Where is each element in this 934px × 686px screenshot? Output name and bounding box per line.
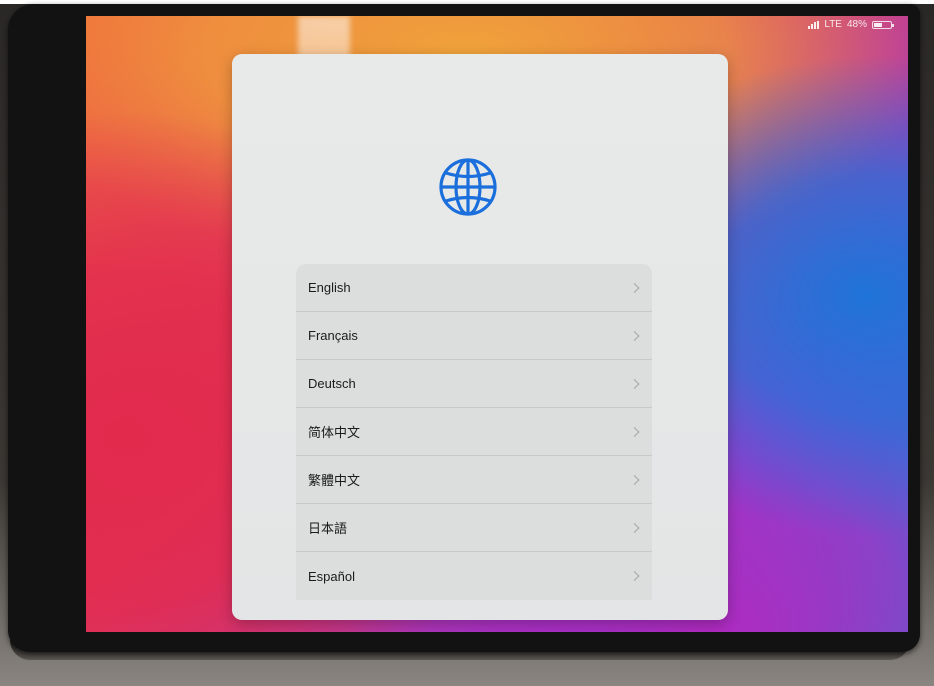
screen: LTE 48% English Français Deutsch 简体中文 繁體… xyxy=(86,16,908,632)
language-item-deutsch[interactable]: Deutsch xyxy=(296,360,652,408)
device-bezel: LTE 48% English Français Deutsch 简体中文 繁體… xyxy=(8,4,920,652)
language-item-francais[interactable]: Français xyxy=(296,312,652,360)
status-bar: LTE 48% xyxy=(808,19,894,30)
chevron-right-icon xyxy=(629,330,640,341)
language-item-traditional-chinese[interactable]: 繁體中文 xyxy=(296,456,652,504)
language-item-espanol[interactable]: Español xyxy=(296,552,652,600)
language-card: English Français Deutsch 简体中文 繁體中文 日本語 E… xyxy=(232,54,728,620)
battery-icon xyxy=(872,20,894,29)
globe-icon xyxy=(439,158,497,216)
chevron-right-icon xyxy=(629,474,640,485)
language-label: Español xyxy=(308,568,355,584)
language-label: 繁體中文 xyxy=(308,473,361,488)
chevron-right-icon xyxy=(629,426,640,437)
language-label: 日本語 xyxy=(308,521,348,536)
language-item-simplified-chinese[interactable]: 简体中文 xyxy=(296,408,652,456)
chevron-right-icon xyxy=(629,378,640,389)
chevron-right-icon xyxy=(629,571,640,581)
language-list: English Français Deutsch 简体中文 繁體中文 日本語 E… xyxy=(296,264,652,600)
network-label: LTE xyxy=(824,19,842,30)
language-item-english[interactable]: English xyxy=(296,264,652,312)
language-label: 简体中文 xyxy=(308,425,361,440)
photo-background: LTE 48% English Français Deutsch 简体中文 繁體… xyxy=(0,0,934,686)
signal-icon xyxy=(808,20,820,29)
chevron-right-icon xyxy=(629,522,640,533)
battery-percent: 48% xyxy=(846,19,867,30)
language-item-japanese[interactable]: 日本語 xyxy=(296,504,652,552)
language-label: English xyxy=(308,280,351,295)
chevron-right-icon xyxy=(629,282,640,293)
language-label: Français xyxy=(308,328,358,343)
language-label: Deutsch xyxy=(308,376,356,391)
